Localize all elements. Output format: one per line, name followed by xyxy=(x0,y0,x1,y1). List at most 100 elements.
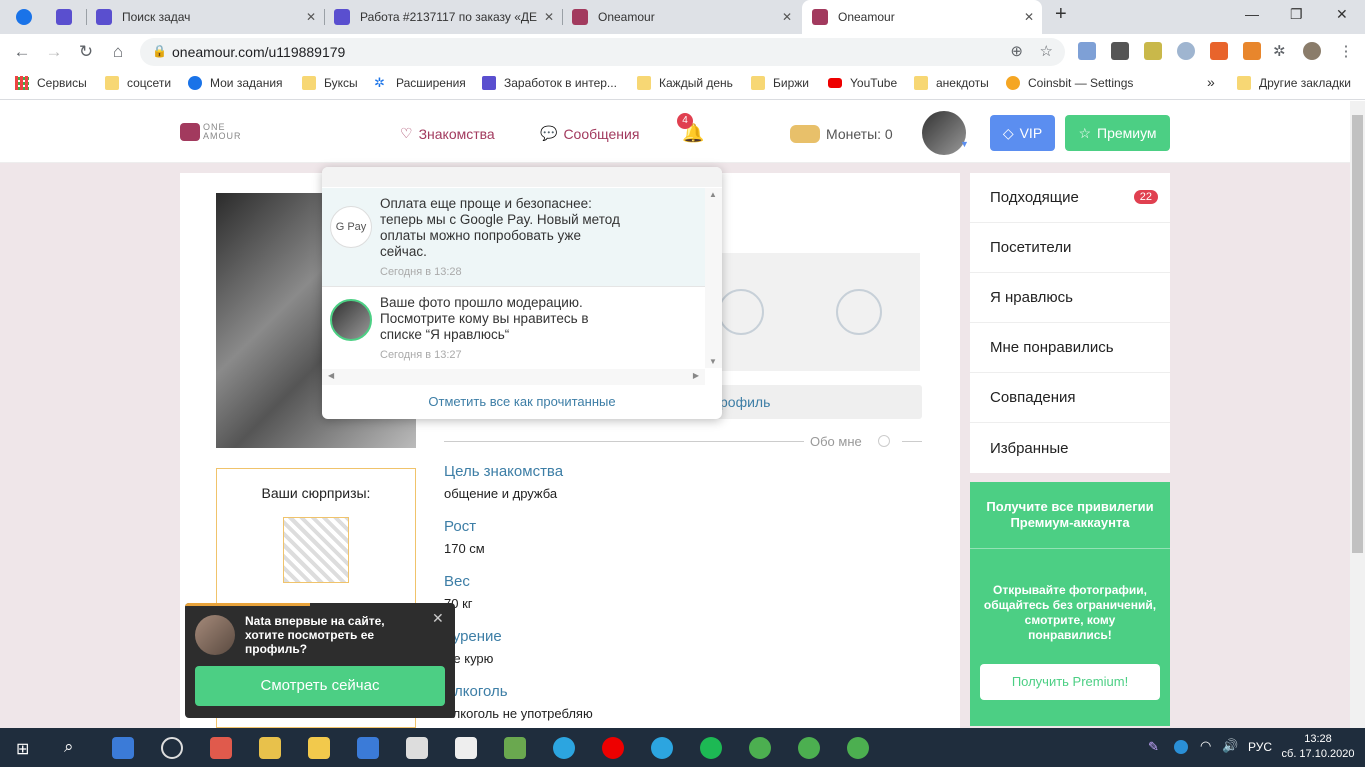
scroll-right-icon[interactable]: ▶ xyxy=(693,371,699,380)
search-icon[interactable]: ⌕ xyxy=(64,737,74,757)
coins-balance[interactable]: Монеты: 0 xyxy=(790,125,893,143)
close-icon[interactable]: ✕ xyxy=(1024,10,1034,24)
bookmark-jokes[interactable]: анекдоты xyxy=(914,76,989,90)
gift-icon[interactable] xyxy=(283,517,349,583)
sidebar-item-likes-me[interactable]: Я нравлюсь xyxy=(970,273,1170,323)
bookmark-exchanges[interactable]: Биржи xyxy=(751,76,809,90)
new-tab-button[interactable]: + xyxy=(1055,3,1067,26)
bookmark-socials[interactable]: соцсети xyxy=(105,76,171,90)
sidebar-item-matches[interactable]: Совпадения xyxy=(970,373,1170,423)
app-icon[interactable] xyxy=(259,737,281,759)
menu-icon[interactable]: ⋮ xyxy=(1337,42,1355,60)
language-indicator[interactable]: РУС xyxy=(1248,740,1272,754)
bookmark-buksy[interactable]: Буксы xyxy=(302,76,358,90)
chrome-icon[interactable] xyxy=(798,737,820,759)
app-icon[interactable] xyxy=(112,737,134,759)
scrollbar-thumb[interactable] xyxy=(1352,115,1363,553)
vertical-scrollbar[interactable]: ▲ ▼ xyxy=(705,188,722,368)
star-icon[interactable]: ☆ xyxy=(1040,42,1053,60)
horizontal-scrollbar[interactable]: ◀ ▶ xyxy=(322,369,705,385)
tab-pinned-2[interactable] xyxy=(46,0,86,34)
pen-icon[interactable]: ✎ xyxy=(1148,739,1159,755)
windows-start-icon[interactable]: ⊞ xyxy=(16,739,29,759)
premium-button[interactable]: ☆ Премиум xyxy=(1065,115,1170,151)
field-value: 170 см xyxy=(444,541,485,556)
clock[interactable]: 13:28 сб. 17.10.2020 xyxy=(1282,732,1355,762)
add-icon[interactable]: ⊕ xyxy=(1010,42,1023,60)
window-close-button[interactable]: ✕ xyxy=(1336,6,1348,23)
restore-button[interactable]: ❐ xyxy=(1290,6,1303,23)
get-premium-button[interactable]: Получить Premium! xyxy=(980,664,1160,700)
file-explorer-icon[interactable] xyxy=(308,737,330,759)
page-scrollbar[interactable] xyxy=(1350,101,1365,728)
tab-title: Поиск задач xyxy=(122,10,191,24)
app-icon[interactable] xyxy=(455,737,477,759)
home-icon[interactable]: ⌂ xyxy=(108,42,128,62)
mark-all-read-link[interactable]: Отметить все как прочитанные xyxy=(322,394,722,409)
close-icon[interactable]: ✕ xyxy=(306,10,316,24)
volume-icon[interactable]: 🔊 xyxy=(1222,738,1238,754)
puzzle-icon[interactable]: ✲ xyxy=(1273,42,1291,60)
tab-oneamour-active[interactable]: Oneamour ✕ xyxy=(802,0,1042,34)
app-icon[interactable] xyxy=(700,737,722,759)
brave-extension-icon[interactable] xyxy=(1210,42,1228,60)
bookmark-services[interactable]: Сервисы xyxy=(15,76,87,90)
sidebar-item-i-liked[interactable]: Мне понравились xyxy=(970,323,1170,373)
vip-button[interactable]: ◇ VIP xyxy=(990,115,1055,151)
close-icon[interactable]: ✕ xyxy=(782,10,792,24)
app-icon[interactable] xyxy=(406,737,428,759)
back-icon[interactable]: ← xyxy=(12,42,32,62)
watch-now-button[interactable]: Смотреть сейчас xyxy=(195,666,445,706)
scroll-up-icon[interactable]: ▲ xyxy=(709,190,717,199)
photo-slot[interactable] xyxy=(802,253,920,371)
close-icon[interactable]: ✕ xyxy=(544,10,554,24)
profile-avatar[interactable] xyxy=(1303,42,1321,60)
scroll-down-icon[interactable]: ▼ xyxy=(709,357,717,366)
shield-extension-icon[interactable] xyxy=(1177,42,1195,60)
gmail-extension-icon[interactable] xyxy=(1111,42,1129,60)
chrome-icon[interactable] xyxy=(749,737,771,759)
cortana-icon[interactable] xyxy=(161,737,183,759)
forward-icon[interactable]: → xyxy=(44,42,64,62)
reload-icon[interactable]: ↻ xyxy=(76,42,96,62)
telegram-icon[interactable] xyxy=(553,737,575,759)
tab-task-search[interactable]: Поиск задач ✕ xyxy=(86,0,324,34)
shield-logo-icon xyxy=(96,9,112,25)
app-icon[interactable] xyxy=(357,737,379,759)
bookmarks-overflow-button[interactable]: » xyxy=(1207,74,1215,90)
nav-dating[interactable]: ♡ Знакомства xyxy=(400,125,495,142)
sidebar-item-matching[interactable]: Подходящие 22 xyxy=(970,173,1170,223)
close-icon[interactable]: ✕ xyxy=(432,610,444,627)
info-icon[interactable] xyxy=(878,435,890,447)
bookmark-earnings[interactable]: Заработок в интер... xyxy=(482,76,617,90)
minimize-button[interactable]: — xyxy=(1245,6,1259,22)
bookmark-coinsbit[interactable]: Coinsbit — Settings xyxy=(1006,76,1133,90)
wifi-icon[interactable]: ◠ xyxy=(1200,738,1211,754)
scroll-left-icon[interactable]: ◀ xyxy=(328,371,334,380)
chrome-icon[interactable] xyxy=(847,737,869,759)
mail-extension-icon[interactable] xyxy=(1078,42,1096,60)
chevron-down-icon[interactable]: ▼ xyxy=(960,139,969,149)
notes-extension-icon[interactable] xyxy=(1144,42,1162,60)
address-bar[interactable]: 🔒 oneamour.com/u119889179 ⊕ ☆ xyxy=(140,38,1065,66)
sidebar-item-favorites[interactable]: Избранные xyxy=(970,423,1170,473)
bookmark-every-day[interactable]: Каждый день xyxy=(637,76,733,90)
app-icon[interactable] xyxy=(210,737,232,759)
app-icon[interactable] xyxy=(504,737,526,759)
bookmark-other[interactable]: Другие закладки xyxy=(1237,76,1351,90)
tab-oneamour-1[interactable]: Oneamour ✕ xyxy=(562,0,800,34)
opera-icon[interactable] xyxy=(602,737,624,759)
tray-app-icon[interactable] xyxy=(1174,740,1188,754)
sidebar-item-visitors[interactable]: Посетители xyxy=(970,223,1170,273)
notification-item[interactable]: Ваше фото прошло модерацию. Посмотрите к… xyxy=(322,287,705,369)
telegram-icon[interactable] xyxy=(651,737,673,759)
metamask-extension-icon[interactable] xyxy=(1243,42,1261,60)
bookmark-my-tasks[interactable]: Мои задания xyxy=(188,76,283,90)
tab-pinned-1[interactable] xyxy=(6,0,46,34)
site-logo[interactable]: ONE AMOUR xyxy=(180,123,242,141)
bookmark-extensions[interactable]: ✲ Расширения xyxy=(374,76,466,91)
tab-work-order[interactable]: Работа #2137117 по заказу «ДЕ ✕ xyxy=(324,0,562,34)
bookmark-youtube[interactable]: YouTube xyxy=(828,76,897,90)
nav-messages[interactable]: 💬 Сообщения xyxy=(540,125,639,142)
notification-item[interactable]: G Pay Оплата еще проще и безопаснее: теп… xyxy=(322,188,705,286)
